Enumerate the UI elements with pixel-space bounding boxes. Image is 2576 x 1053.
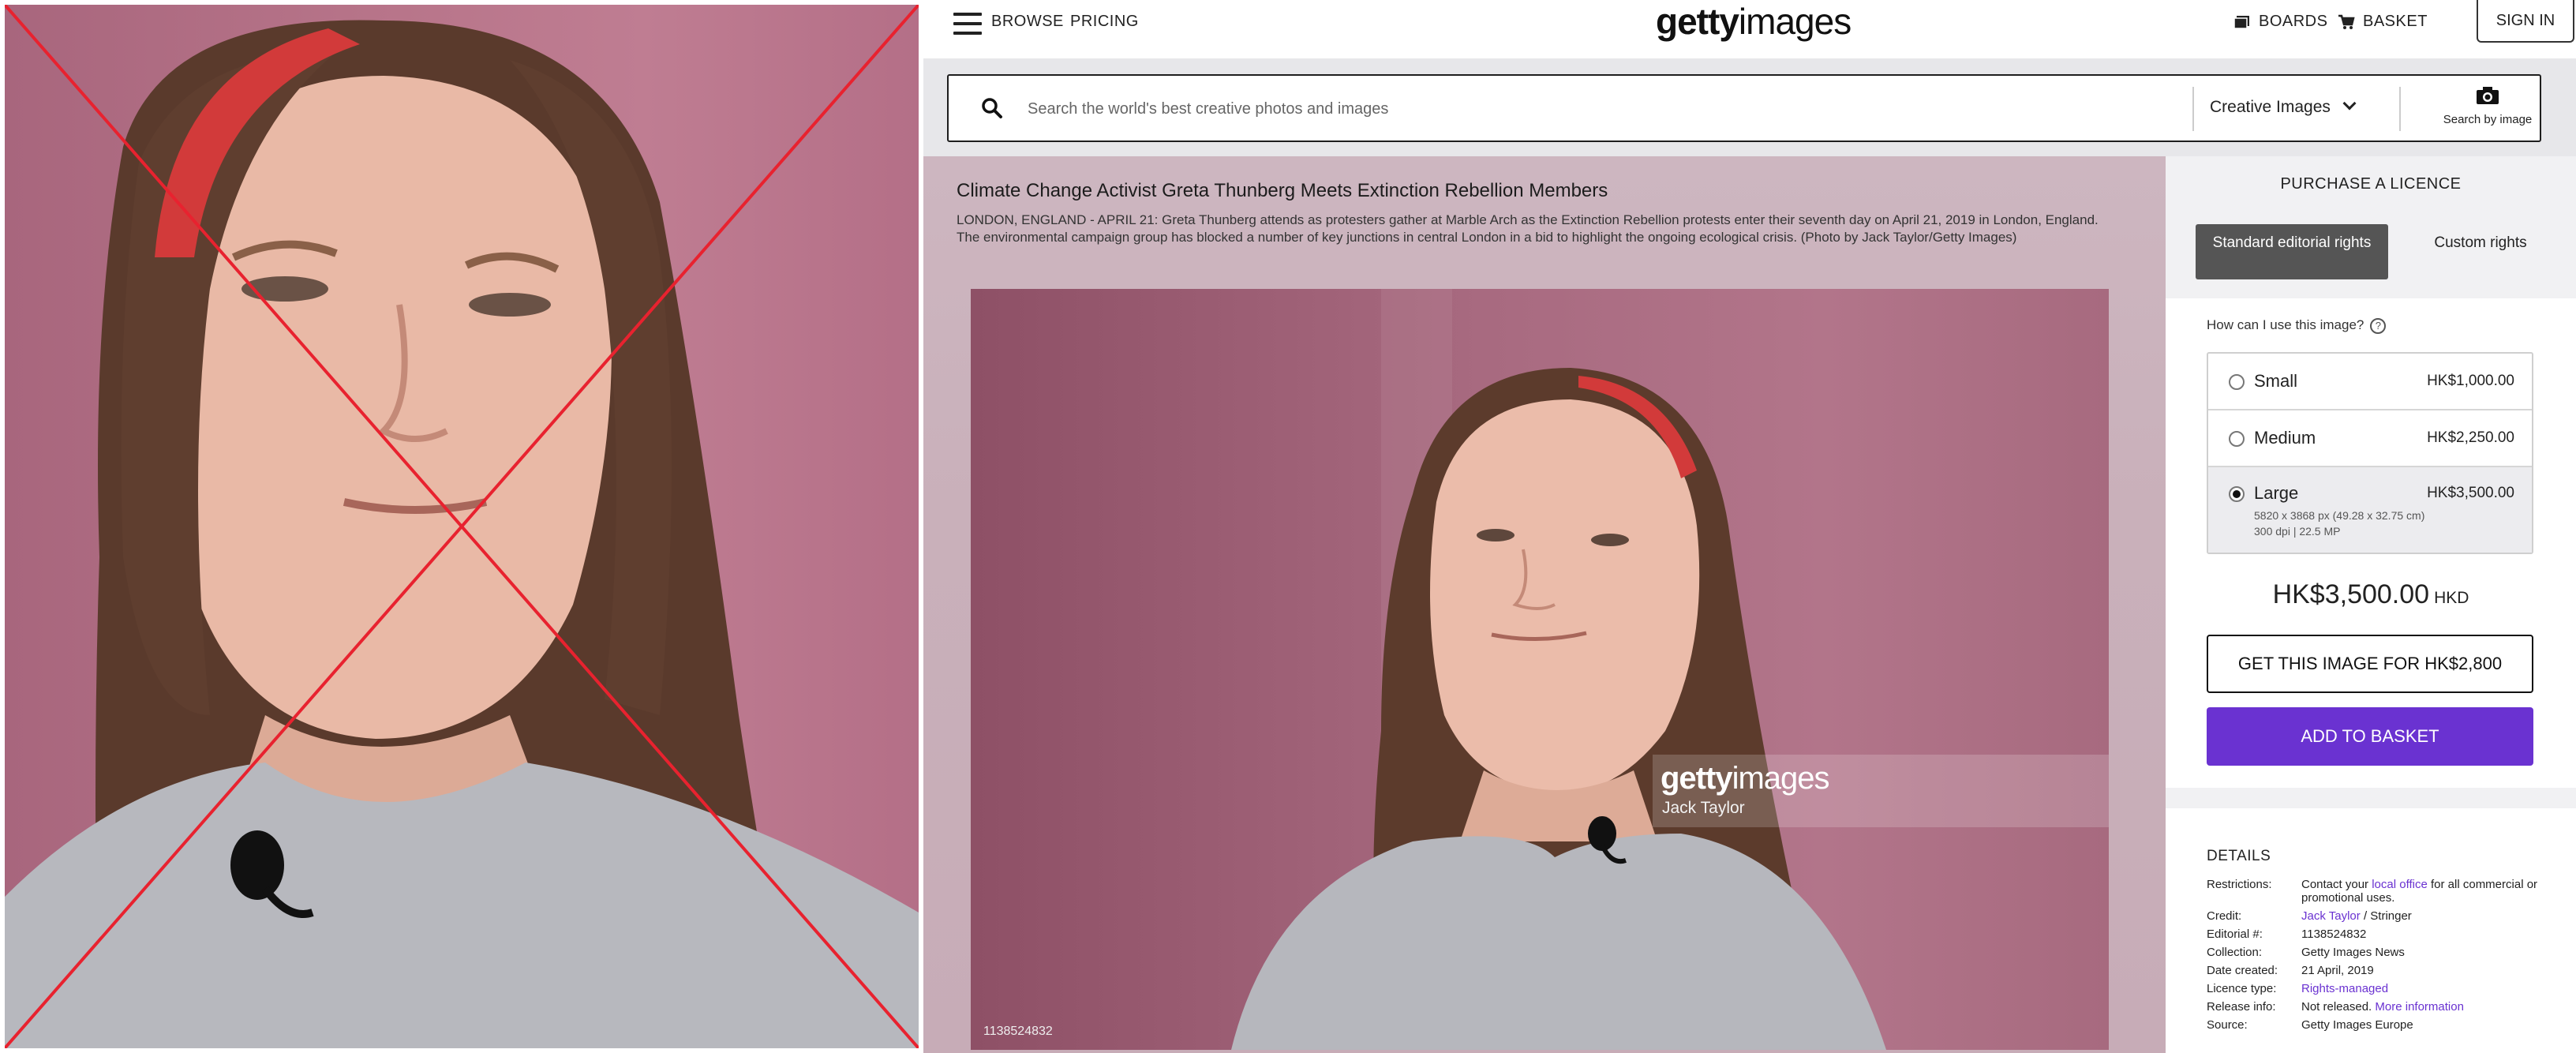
add-to-basket-button[interactable]: ADD TO BASKET — [2207, 707, 2533, 766]
currency-code: HKD — [2434, 589, 2469, 607]
boards-link[interactable]: BOARDS — [2259, 13, 2327, 31]
camera-icon — [2477, 87, 2499, 104]
search-icon[interactable] — [980, 96, 1004, 120]
logo-bold: getty — [1656, 1, 1739, 42]
boards-icon — [2233, 16, 2249, 29]
size-name: Small — [2254, 371, 2298, 391]
size-option-small[interactable]: Small HK$1,000.00 — [2208, 354, 2532, 410]
divider — [2399, 87, 2401, 131]
search-by-image-button[interactable]: Search by image — [2440, 85, 2535, 126]
local-office-link[interactable]: local office — [2372, 878, 2428, 891]
detail-row-restrictions: Restrictions: Contact your local office … — [2207, 878, 2554, 909]
size-dimensions: 5820 x 3868 px (49.28 x 32.75 cm) — [2254, 509, 2425, 522]
watermark-logo: gettyimages — [1661, 761, 1830, 796]
size-name: Medium — [2254, 428, 2316, 448]
size-price: HK$1,000.00 — [2427, 373, 2514, 389]
getty-logo[interactable]: gettyimages — [1656, 0, 1852, 43]
details-title: DETAILS — [2207, 848, 2271, 864]
photo-illustration — [1231, 289, 1886, 1050]
watermark-credit: Jack Taylor — [1662, 799, 1745, 817]
watermark: gettyimages Jack Taylor — [1653, 755, 2109, 827]
detail-row-date: Date created: 21 April, 2019 — [2207, 964, 2554, 982]
detail-value: Getty Images News — [2301, 946, 2405, 959]
image-title: Climate Change Activist Greta Thunberg M… — [957, 180, 1608, 201]
licence-type-link[interactable]: Rights-managed — [2301, 982, 2554, 995]
search-input[interactable] — [1028, 93, 2180, 125]
detail-row-credit: Credit: Jack Taylor / Stringer — [2207, 909, 2554, 927]
chevron-down-icon — [2342, 96, 2357, 111]
basket-link[interactable]: BASKET — [2363, 13, 2428, 31]
image-caption: LONDON, ENGLAND - APRIL 21: Greta Thunbe… — [957, 212, 2099, 245]
image-type-dropdown[interactable]: Creative Images — [2210, 96, 2357, 117]
size-options: Small HK$1,000.00 Medium HK$2,250.00 Lar… — [2207, 352, 2533, 554]
detail-label: Credit: — [2207, 909, 2242, 923]
detail-row-licence: Licence type: Rights-managed — [2207, 982, 2554, 1000]
purchase-title: PURCHASE A LICENCE — [2280, 175, 2462, 193]
sign-in-button[interactable]: SIGN IN — [2477, 0, 2574, 43]
release-text: Not released. — [2301, 1000, 2372, 1014]
basket-icon — [2338, 14, 2355, 29]
tab-custom-rights[interactable]: Custom rights — [2391, 224, 2570, 279]
usage-question[interactable]: How can I use this image?? — [2207, 317, 2387, 334]
portrait-illustration — [5, 5, 919, 1048]
detail-label: Restrictions: — [2207, 878, 2272, 891]
size-option-medium[interactable]: Medium HK$2,250.00 — [2208, 410, 2532, 467]
size-option-large[interactable]: Large HK$3,500.00 5820 x 3868 px (49.28 … — [2208, 467, 2532, 553]
total-amount: HK$3,500.00 — [2272, 579, 2430, 609]
restrictions-text: Contact your — [2301, 878, 2369, 891]
credit-suffix: / Stringer — [2363, 909, 2412, 923]
divider — [2192, 87, 2194, 131]
radio-medium[interactable] — [2229, 431, 2245, 447]
detail-label: Collection: — [2207, 946, 2263, 959]
top-navigation: BROWSE PRICING gettyimages BOARDS BASKET… — [923, 0, 2576, 57]
get-image-button[interactable]: GET THIS IMAGE FOR HK$2,800 — [2207, 635, 2533, 693]
pricing-link[interactable]: PRICING — [1070, 13, 1139, 31]
photographer-link[interactable]: Jack Taylor — [2301, 909, 2361, 923]
image-type-label: Creative Images — [2210, 98, 2331, 116]
details-list: Restrictions: Contact your local office … — [2207, 878, 2554, 1036]
detail-row-editorial: Editorial #: 1138524832 — [2207, 927, 2554, 946]
image-id: 1138524832 — [983, 1025, 1053, 1038]
detail-row-collection: Collection: Getty Images News — [2207, 946, 2554, 964]
purchase-sidebar: PURCHASE A LICENCE Standard editorial ri… — [2166, 156, 2576, 1053]
menu-icon[interactable] — [953, 13, 982, 35]
main-photo[interactable]: gettyimages Jack Taylor 1138524832 — [971, 289, 2109, 1050]
detail-value: Jack Taylor / Stringer — [2301, 909, 2554, 923]
detail-value: 21 April, 2019 — [2301, 964, 2374, 977]
logo-light: images — [1738, 1, 1852, 42]
search-area: Creative Images Search by image — [923, 58, 2576, 156]
browse-link[interactable]: BROWSE — [991, 13, 1064, 31]
detail-label: Release info: — [2207, 1000, 2276, 1014]
detail-value: 1138524832 — [2301, 927, 2367, 941]
size-resolution: 300 dpi | 22.5 MP — [2254, 525, 2341, 538]
radio-large[interactable] — [2229, 486, 2245, 502]
total-price: HK$3,500.00 HKD — [2166, 579, 2576, 610]
search-bar: Creative Images Search by image — [947, 74, 2541, 142]
detail-row-source: Source: Getty Images Europe — [2207, 1018, 2554, 1036]
size-name: Large — [2254, 483, 2299, 503]
radio-small[interactable] — [2229, 374, 2245, 390]
detail-value: Getty Images Europe — [2301, 1018, 2413, 1032]
detail-row-release: Release info: Not released. More informa… — [2207, 1000, 2554, 1018]
crossed-out-photo — [5, 5, 919, 1048]
size-price: HK$3,500.00 — [2427, 485, 2514, 501]
size-price: HK$2,250.00 — [2427, 429, 2514, 446]
usage-question-label: How can I use this image? — [2207, 317, 2364, 332]
more-information-link[interactable]: More information — [2375, 1000, 2464, 1014]
detail-label: Date created: — [2207, 964, 2278, 977]
detail-label: Editorial #: — [2207, 927, 2263, 941]
watermark-logo-light: images — [1732, 761, 1830, 796]
getty-page: BROWSE PRICING gettyimages BOARDS BASKET… — [923, 0, 2576, 1053]
detail-value: Not released. More information — [2301, 1000, 2554, 1014]
image-detail-main: Climate Change Activist Greta Thunberg M… — [923, 156, 2166, 1053]
help-icon: ? — [2370, 318, 2387, 334]
detail-label: Source: — [2207, 1018, 2248, 1032]
search-by-image-label: Search by image — [2443, 113, 2533, 126]
detail-value: Contact your local office for all commer… — [2301, 878, 2554, 905]
tab-standard-rights[interactable]: Standard editorial rights — [2196, 224, 2388, 279]
section-divider — [2166, 788, 2576, 808]
watermark-logo-bold: getty — [1661, 761, 1733, 796]
detail-label: Licence type: — [2207, 982, 2277, 995]
